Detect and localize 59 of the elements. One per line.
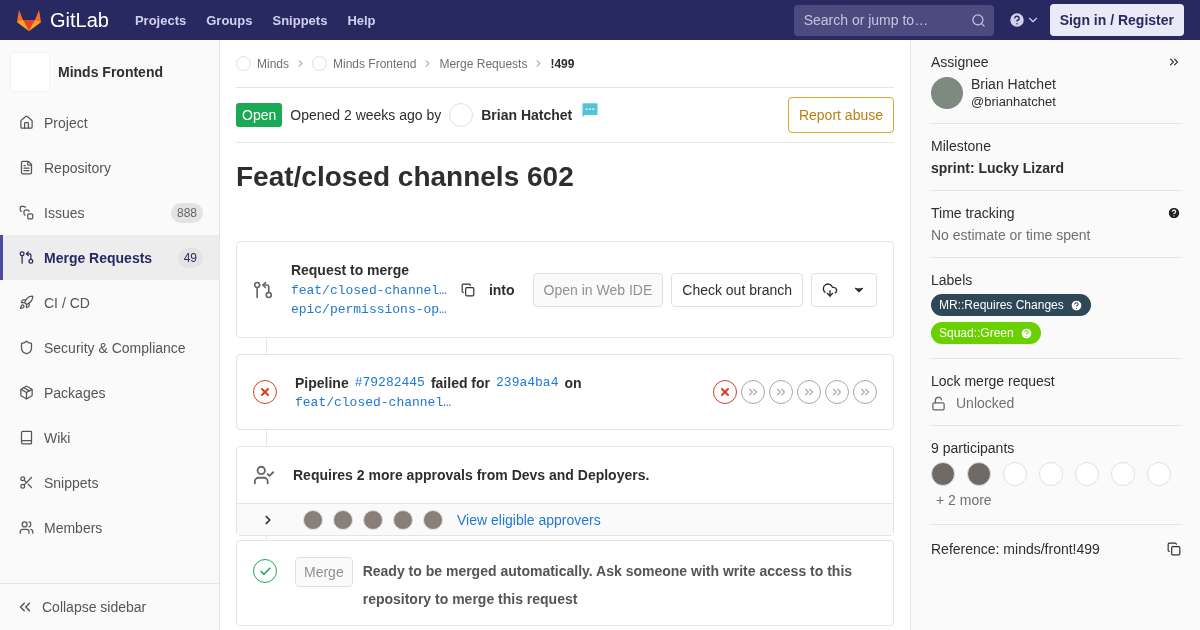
pipeline-link[interactable]: #79282445 [354,375,425,390]
sidebar-item[interactable]: Packages [0,370,219,415]
author-link[interactable]: Brian Hatchet [481,107,573,123]
pipeline-label: Pipeline [295,374,349,391]
nav-link[interactable]: Projects [134,12,187,28]
nav-link[interactable]: Snippets [272,12,328,28]
approvals-text: Requires 2 more approvals from Devs and Deployers. [293,467,650,483]
approvers-link[interactable]: View eligible approvers [457,511,601,528]
breadcrumb-link[interactable]: Minds [257,56,289,71]
sidebar-item[interactable]: Merge Requests 49 [0,235,219,280]
count-badge: 888 [170,202,203,223]
sidebar-item[interactable]: Project [0,100,219,145]
status-badge: Open [236,103,283,127]
breadcrumb-link[interactable]: !499 [550,56,575,71]
into-text: into [488,282,515,298]
heading: Request to merge [290,262,411,278]
report-abuse-button[interactable]: Report abuse [787,97,894,133]
section-title: Time tracking [931,205,1015,221]
commit-link[interactable]: 239a4ba4 [496,375,559,390]
sidebar-item[interactable]: Security & Compliance [0,325,219,370]
search-input[interactable]: Search or jump to… [801,11,962,29]
failed-text: failed for [430,374,491,391]
section-title: 9 participants [931,440,1016,456]
merge-status-text: Ready to be merged automatically. Ask someone with write access to this repository to merge this request [362,562,854,609]
sign-in-button[interactable]: Sign in / Register [1049,4,1184,36]
on-text: on [564,374,582,391]
sidebar-item[interactable]: Members [0,505,219,550]
section-title: Lock merge request [931,373,1056,389]
breadcrumb-link[interactable]: Minds Frontend [333,56,417,71]
brand-name: GitLab [50,8,109,32]
more-participants-link[interactable]: + 2 more [936,492,1181,508]
branch-link[interactable]: feat/closed-channel… [290,282,447,298]
nav-link[interactable]: Help [347,12,376,28]
sidebar-item[interactable]: CI / CD [0,280,219,325]
sidebar-item[interactable]: Issues 888 [0,190,219,235]
section-title: Milestone [931,138,992,154]
nav-link[interactable]: Groups [206,12,253,28]
branch-link[interactable]: epic/permissions-op… [290,302,515,317]
page-title: Feat/closed channels 602 [236,161,575,193]
time-value: No estimate or time spent [931,227,1092,243]
sidebar-item[interactable]: Wiki [0,415,219,460]
opened-text: Opened 2 weeks ago by [290,107,442,123]
sidebar-item[interactable]: Repository [0,145,219,190]
branch-link[interactable]: feat/closed-channel… [295,394,582,410]
assignee-handle: @brianhatchet [971,94,1056,109]
count-badge: 49 [177,247,203,268]
search-field[interactable]: Search or jump to… [793,4,994,36]
assignee-name: Brian Hatchet [971,76,1056,92]
checkout-button[interactable]: Check out branch [671,272,803,307]
reference-text: Reference: minds/front!499 [931,541,1100,557]
lock-value: Unlocked [956,395,1015,411]
label-tag[interactable]: MR::Requires Changes [931,294,1091,316]
section-title: Labels [931,272,974,288]
milestone-value: sprint: Lucky Lizard [931,160,1066,176]
collapse-sidebar-link[interactable]: Collapse sidebar [0,583,219,630]
project-name: Minds Frontend [58,64,163,80]
section-title: Assignee [931,54,989,70]
breadcrumb-link[interactable]: Merge Requests [439,56,528,71]
sidebar-item[interactable]: Snippets [0,460,219,505]
